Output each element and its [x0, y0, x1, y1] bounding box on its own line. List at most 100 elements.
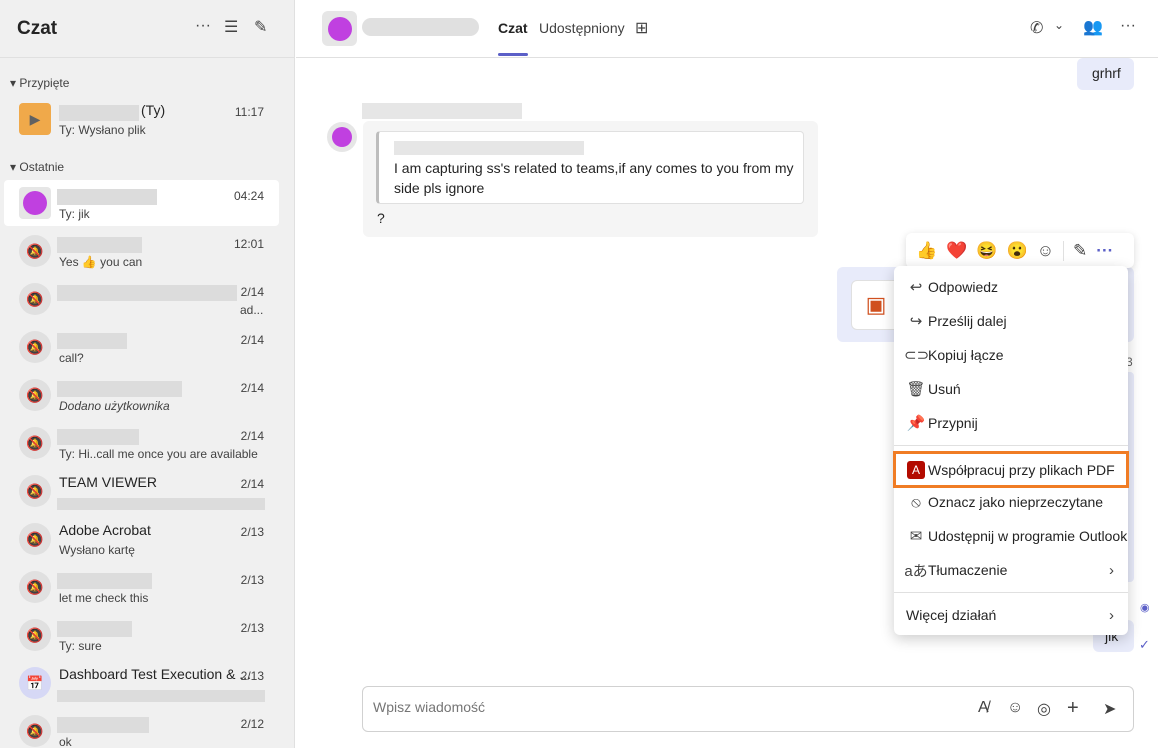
message-context-menu: ↩ Odpowiedz ↪ Prześlij dalej ⊂⊃ Kopiuj łącz…: [893, 266, 1129, 635]
section-pinned[interactable]: ▾ Przypięte: [10, 76, 69, 90]
redacted-name: [57, 189, 157, 205]
chat-name: Dashboard Test Execution & ...: [59, 666, 251, 682]
muted-bell-icon: 🔕: [19, 283, 51, 315]
redacted-quote-author: [394, 141, 584, 155]
menu-label: Więcej działań: [906, 607, 997, 623]
like-reaction[interactable]: 👍: [916, 241, 937, 261]
chat-time: 2/13: [240, 525, 264, 539]
more-actions-icon[interactable]: ···: [1096, 241, 1113, 261]
message-text: grhrf: [1092, 65, 1121, 81]
link-icon: ⊂⊃: [904, 347, 930, 364]
chat-preview: call?: [59, 351, 84, 365]
chevron-down-icon[interactable]: ⌄: [1054, 18, 1064, 32]
muted-bell-icon: 🔕: [19, 523, 51, 555]
tab-chat[interactable]: Czat: [498, 20, 528, 56]
chat-name: Adobe Acrobat: [59, 522, 151, 538]
format-icon[interactable]: A̸: [978, 699, 989, 717]
message-text: ?: [377, 210, 385, 226]
menu-item-mark-unread[interactable]: ⦸ Oznacz jako nieprzeczytane: [894, 485, 1128, 519]
chat-item[interactable]: 🔕 Ty: Hi..call me once you are available 2…: [4, 420, 279, 466]
chat-item[interactable]: 🔕 let me check this 2/13: [4, 564, 279, 610]
chat-preview: Yes 👍 you can: [59, 255, 143, 269]
menu-item-forward[interactable]: ↪ Prześlij dalej: [894, 304, 1128, 338]
menu-item-pin[interactable]: 📌 Przypnij: [894, 406, 1128, 440]
quote-text: I am capturing ss's related to teams,if …: [394, 160, 794, 196]
own-message[interactable]: grhrf: [1077, 58, 1134, 90]
menu-label: Tłumaczenie: [928, 562, 1008, 578]
call-icon[interactable]: ✆: [1030, 18, 1043, 38]
redacted-name: [57, 717, 149, 733]
more-icon[interactable]: ···: [1120, 17, 1136, 35]
redacted-sender: [362, 103, 522, 119]
chat-time: 04:24: [233, 189, 264, 203]
menu-label: Udostępnij w programie Outlook: [928, 528, 1128, 544]
send-icon[interactable]: ➤: [1103, 699, 1116, 719]
chat-item-pinned[interactable]: ▶ (Ty) Ty: Wysłano plik 11:17: [4, 96, 279, 142]
mark-unread-icon: ⦸: [911, 493, 921, 511]
section-recent[interactable]: ▾ Ostatnie: [10, 160, 64, 174]
chat-name: TEAM VIEWER: [59, 474, 158, 490]
menu-item-more-actions[interactable]: Więcej działań ›: [894, 598, 1128, 632]
menu-item-translate[interactable]: aあ Tłumaczenie ›: [894, 553, 1128, 587]
chat-item[interactable]: 🔕 ad... 2/14: [4, 276, 279, 322]
sidebar-header: Czat ··· ☰ ✎: [0, 0, 294, 58]
chat-preview: let me check this: [59, 591, 149, 605]
more-options-icon[interactable]: ···: [195, 17, 211, 35]
redacted-name: [59, 105, 139, 121]
chat-sidebar: Czat ··· ☰ ✎ ▾ Przypięte ▶ (Ty) Ty: Wysł…: [0, 0, 295, 749]
laugh-reaction[interactable]: 😆: [976, 241, 997, 261]
loop-icon[interactable]: ◎: [1037, 699, 1051, 719]
menu-item-delete[interactable]: 🗑 Usuń: [894, 372, 1128, 406]
mail-icon: ✉: [909, 528, 923, 545]
menu-item-copy-link[interactable]: ⊂⊃ Kopiuj łącze: [894, 338, 1128, 372]
chat-item[interactable]: 🔕 ok 2/12: [4, 708, 279, 754]
menu-label: Przypnij: [928, 415, 978, 431]
chat-time: 2/14: [240, 285, 264, 299]
menu-item-share-outlook[interactable]: ✉ Udostępnij w programie Outlook: [894, 519, 1128, 553]
people-icon[interactable]: 👥: [1083, 17, 1103, 37]
redacted-chat-name: [362, 18, 479, 36]
muted-bell-icon: 🔕: [19, 427, 51, 459]
chat-item[interactable]: 🔕 Ty: sure 2/13: [4, 612, 279, 658]
heart-reaction[interactable]: ❤️: [946, 241, 967, 261]
menu-divider: [894, 592, 1128, 593]
chat-name: (Ty): [141, 102, 166, 118]
menu-item-collaborate-pdf[interactable]: A Współpracuj przy plikach PDF: [893, 451, 1129, 488]
muted-bell-icon: 🔕: [19, 475, 51, 507]
chat-item[interactable]: 🔕 Yes 👍 you can 12:01: [4, 228, 279, 274]
calendar-icon: 📅: [19, 667, 51, 699]
muted-bell-icon: 🔕: [19, 331, 51, 363]
emoji-icon[interactable]: ☺: [1007, 699, 1023, 717]
chat-item[interactable]: 🔕 Dodano użytkownika 2/14: [4, 372, 279, 418]
section-label: Przypięte: [19, 76, 70, 90]
add-tab-icon[interactable]: ⊞: [635, 18, 648, 38]
edit-icon[interactable]: ✎: [1073, 241, 1087, 261]
filter-icon[interactable]: ☰: [224, 17, 238, 37]
tab-shared[interactable]: Udostępniony: [539, 20, 625, 36]
chat-preview: ok: [59, 735, 72, 749]
avatar: [19, 187, 51, 219]
chat-item[interactable]: 🔕 Adobe Acrobat Wysłano kartę 2/13: [4, 516, 279, 562]
muted-bell-icon: 🔕: [19, 715, 51, 747]
message-input[interactable]: [373, 699, 933, 715]
chat-item[interactable]: 📅 Dashboard Test Execution & ... 2/13: [4, 660, 279, 706]
seen-icon: ◉: [1140, 602, 1150, 614]
compose-box[interactable]: A̸ ☺ ◎ + ➤: [362, 686, 1134, 732]
chat-item[interactable]: 🔕 call? 2/14: [4, 324, 279, 370]
chat-time: 2/13: [240, 621, 264, 635]
chevron-right-icon: ›: [1109, 606, 1114, 624]
new-chat-icon[interactable]: ✎: [254, 17, 267, 37]
plus-icon[interactable]: +: [1067, 697, 1079, 720]
menu-label: Kopiuj łącze: [928, 347, 1004, 363]
chat-preview: ad...: [240, 303, 264, 317]
chevron-right-icon: ›: [1109, 561, 1114, 579]
chat-preview: Dodano użytkownika: [59, 399, 170, 413]
chat-item[interactable]: Ty: jik 04:24: [4, 180, 279, 226]
received-message[interactable]: I am capturing ss's related to teams,if …: [363, 121, 818, 237]
surprised-reaction[interactable]: 😮: [1007, 241, 1028, 261]
menu-item-reply[interactable]: ↩ Odpowiedz: [894, 270, 1128, 304]
reply-icon: ↩: [909, 279, 923, 296]
chat-item[interactable]: 🔕 TEAM VIEWER 2/14: [4, 468, 279, 514]
add-reaction-icon[interactable]: ☺: [1037, 241, 1054, 261]
reaction-bar: 👍 ❤️ 😆 😮 ☺ ✎ ···: [906, 233, 1134, 268]
